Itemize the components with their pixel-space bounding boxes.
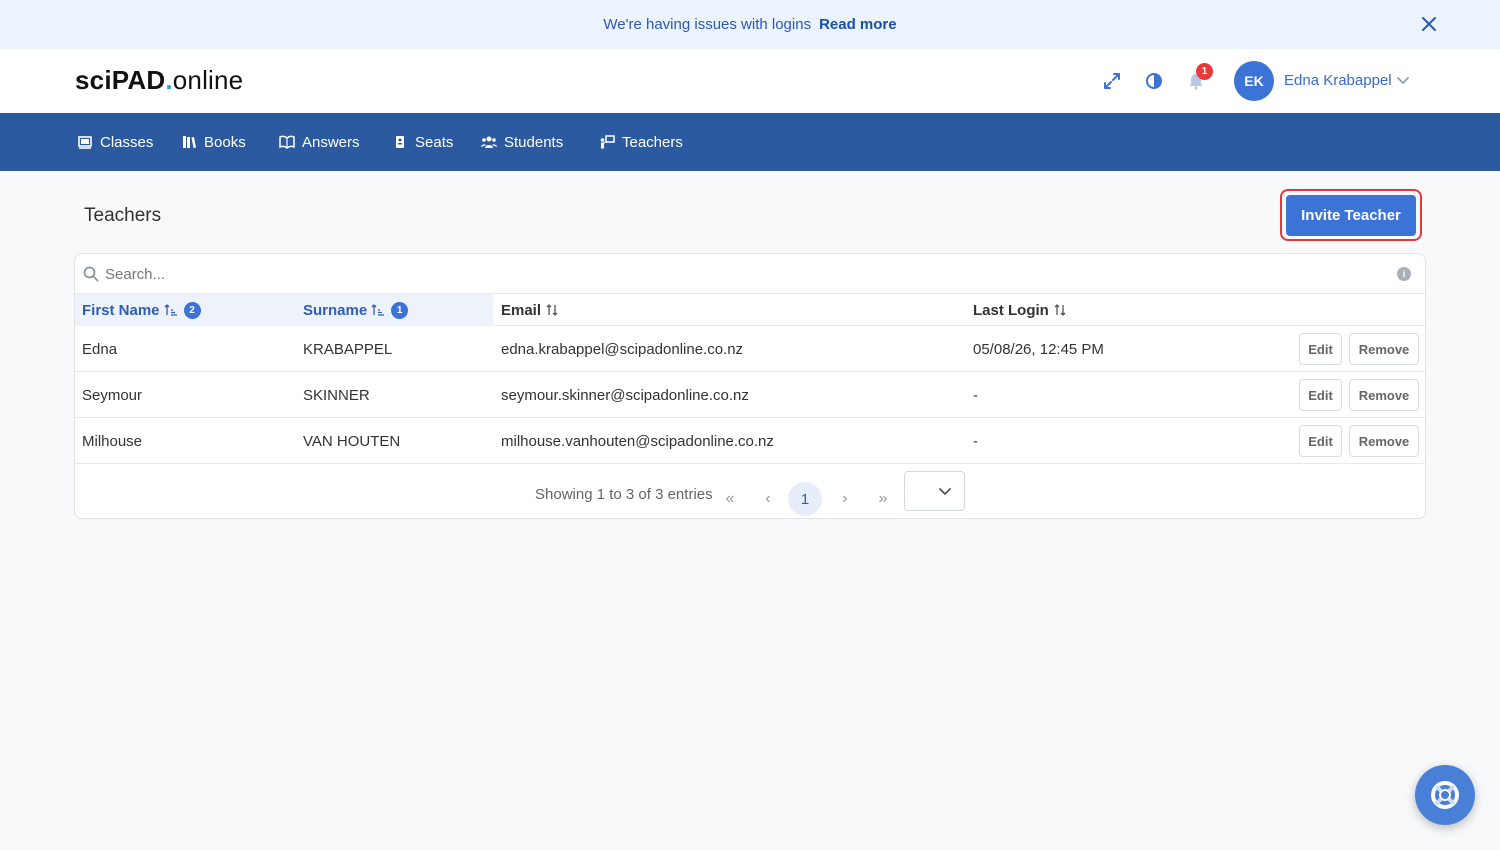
search-bar: i <box>75 254 1425 294</box>
table-row: Milhouse VAN HOUTEN milhouse.vanhouten@s… <box>75 418 1425 464</box>
cell-surname: SKINNER <box>303 386 370 404</box>
cell-surname: KRABAPPEL <box>303 340 393 358</box>
nav-label-classes: Classes <box>100 133 154 151</box>
column-header-last-login[interactable]: Last Login <box>973 294 1067 326</box>
announcement-banner: We're having issues with logins Read mor… <box>0 0 1500 49</box>
students-icon <box>481 136 497 148</box>
seats-icon <box>396 136 404 148</box>
app-logo[interactable]: sciPAD.online <box>75 65 243 96</box>
column-header-email[interactable]: Email <box>501 294 559 326</box>
fullscreen-icon[interactable] <box>1102 71 1122 91</box>
pagination: Showing 1 to 3 of 3 entries « ‹ 1 › » <box>75 472 1425 518</box>
lifebuoy-icon <box>1431 781 1459 809</box>
cell-first-name: Seymour <box>82 386 143 404</box>
search-icon <box>83 266 99 282</box>
logo-bold-text: sciPAD <box>75 65 166 95</box>
previous-page-button[interactable]: ‹ <box>751 482 785 516</box>
sort-ascending-icon <box>371 304 385 316</box>
cell-last-login: - <box>973 432 978 450</box>
column-label: Email <box>501 301 542 319</box>
close-icon[interactable] <box>1420 15 1438 33</box>
remove-button[interactable]: Remove <box>1349 379 1419 411</box>
nav-item-classes[interactable]: Classes <box>77 113 153 171</box>
read-more-link[interactable]: Read more <box>819 16 897 33</box>
avatar[interactable]: EK <box>1234 61 1274 101</box>
nav-label-teachers: Teachers <box>622 133 683 151</box>
main-nav: Classes Books Answers Seats Students Tea… <box>0 113 1500 171</box>
nav-item-students[interactable]: Students <box>481 113 563 171</box>
chevron-down-icon[interactable] <box>1396 75 1410 87</box>
answers-icon <box>279 135 295 150</box>
page-button-current[interactable]: 1 <box>788 482 822 516</box>
notification-badge: 1 <box>1196 63 1213 80</box>
column-header-first-name[interactable]: First Name 2 <box>75 294 295 326</box>
invite-teacher-button[interactable]: Invite Teacher <box>1286 195 1416 236</box>
edit-button[interactable]: Edit <box>1299 379 1342 411</box>
user-name[interactable]: Edna Krabappel <box>1284 72 1392 89</box>
table-header: First Name 2 Surname 1 Email Last Login <box>75 294 1425 326</box>
logo-rest-text: online <box>172 65 244 95</box>
top-bar: sciPAD.online 1 EK Edna Krabappel <box>0 49 1500 113</box>
last-page-button[interactable]: » <box>866 482 900 516</box>
edit-button[interactable]: Edit <box>1299 333 1342 365</box>
sort-order-badge: 1 <box>391 301 409 319</box>
sort-ascending-icon <box>164 304 177 316</box>
teachers-table: i First Name 2 Surname 1 Email Last Logi… <box>74 253 1426 519</box>
chevron-down-icon <box>939 488 951 495</box>
help-button[interactable] <box>1415 765 1475 825</box>
cell-first-name: Edna <box>82 340 118 358</box>
next-page-button[interactable]: › <box>828 482 862 516</box>
pagination-info: Showing 1 to 3 of 3 entries <box>535 486 713 503</box>
cell-last-login: 05/08/26, 12:45 PM <box>973 340 1104 358</box>
contrast-icon[interactable] <box>1144 71 1164 91</box>
remove-button[interactable]: Remove <box>1349 425 1419 457</box>
logo-dot: . <box>165 65 173 95</box>
cell-first-name: Milhouse <box>82 432 143 450</box>
table-row: Edna KRABAPPEL edna.krabappel@scipadonli… <box>75 326 1425 372</box>
page-size-select[interactable] <box>904 471 965 511</box>
cell-surname: VAN HOUTEN <box>303 432 401 450</box>
cell-email: seymour.skinner@scipadonline.co.nz <box>501 386 749 404</box>
classes-icon <box>78 136 92 149</box>
info-icon[interactable]: i <box>1397 267 1411 281</box>
cell-last-login: - <box>973 386 978 404</box>
column-label: First Name <box>82 301 160 319</box>
column-label: Surname <box>303 301 368 319</box>
column-header-surname[interactable]: Surname 1 <box>295 294 493 326</box>
page-title: Teachers <box>84 205 162 226</box>
sort-icon <box>546 304 558 316</box>
nav-item-books[interactable]: Books <box>181 113 246 171</box>
first-page-button[interactable]: « <box>713 482 747 516</box>
cell-email: edna.krabappel@scipadonline.co.nz <box>501 340 744 358</box>
nav-label-seats: Seats <box>415 133 454 151</box>
column-label: Last Login <box>973 301 1049 319</box>
nav-label-students: Students <box>504 133 564 151</box>
nav-label-answers: Answers <box>302 133 360 151</box>
nav-item-seats[interactable]: Seats <box>392 113 453 171</box>
nav-label-books: Books <box>204 133 246 151</box>
search-input[interactable] <box>105 263 1385 285</box>
nav-item-answers[interactable]: Answers <box>279 113 360 171</box>
edit-button[interactable]: Edit <box>1299 425 1342 457</box>
books-icon <box>183 136 196 148</box>
teachers-icon <box>600 135 615 149</box>
sort-order-badge: 2 <box>183 301 201 319</box>
sort-icon <box>1054 304 1066 316</box>
banner-message: We're having issues with logins <box>603 16 812 33</box>
table-row: Seymour SKINNER seymour.skinner@scipadon… <box>75 372 1425 418</box>
nav-item-teachers[interactable]: Teachers <box>599 113 683 171</box>
remove-button[interactable]: Remove <box>1349 333 1419 365</box>
cell-email: milhouse.vanhouten@scipadonline.co.nz <box>501 432 774 450</box>
